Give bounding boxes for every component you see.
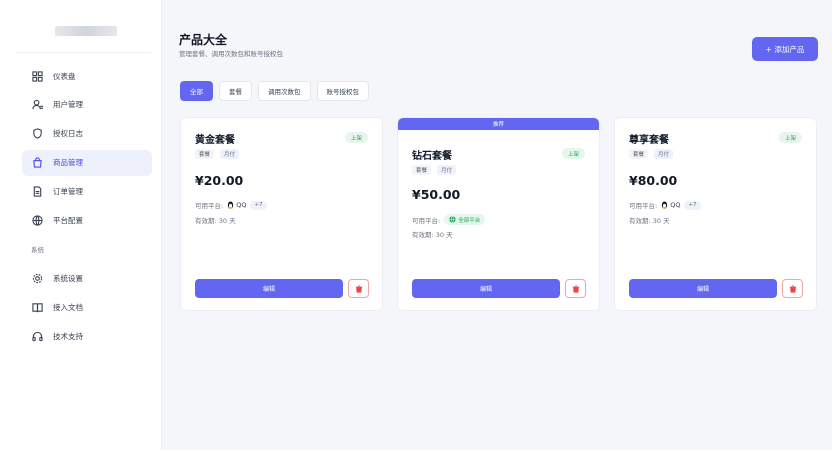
gear-icon xyxy=(31,272,43,284)
product-price: ¥50.00 xyxy=(412,187,461,202)
platform-row: 可用平台: QQ +7 xyxy=(629,200,701,210)
platform-row: 可用平台: 全部平台 xyxy=(412,214,486,225)
sidebar-item-label: 仪表盘 xyxy=(53,71,76,81)
status-badge: 上架 xyxy=(344,132,368,143)
headset-icon xyxy=(31,330,43,342)
status-badge: 上架 xyxy=(561,148,585,159)
penguin-icon xyxy=(228,201,234,209)
validity: 有效期: 30 天 xyxy=(629,217,670,225)
sidebar-item-label: 订单管理 xyxy=(53,187,83,197)
platform-name: QQ xyxy=(236,201,247,209)
sidebar-item-label: 技术支持 xyxy=(53,331,83,341)
globe-icon xyxy=(449,216,456,223)
platform-name: QQ xyxy=(670,201,681,209)
tag-billing: 月付 xyxy=(437,165,457,175)
sidebar-item-orders[interactable]: 订单管理 xyxy=(22,179,152,205)
sidebar-item-label: 系统设置 xyxy=(53,273,83,283)
sidebar: 仪表盘 用户管理 授权日志 商品管理 订单管理 平台配置 系统 系统设置 接入文… xyxy=(0,0,162,450)
tag-billing: 月付 xyxy=(654,149,674,159)
add-product-button[interactable]: + 添加产品 xyxy=(752,37,818,61)
trash-icon xyxy=(572,284,579,293)
product-tags: 套餐 月付 xyxy=(629,149,679,159)
sidebar-item-products[interactable]: 商品管理 xyxy=(22,149,152,176)
sidebar-item-label: 用户管理 xyxy=(53,100,83,110)
tab-call-packs[interactable]: 调用次数包 xyxy=(258,81,311,101)
platform-qq: QQ xyxy=(661,201,680,209)
edit-button[interactable]: 编辑 xyxy=(412,279,560,298)
sidebar-item-settings[interactable]: 系统设置 xyxy=(22,265,152,291)
tab-packages[interactable]: 套餐 xyxy=(219,81,252,101)
product-tags: 套餐 月付 xyxy=(195,149,245,159)
sidebar-nav: 仪表盘 用户管理 授权日志 商品管理 订单管理 平台配置 系统 系统设置 接入文… xyxy=(22,63,152,352)
tab-account-packs[interactable]: 账号授权包 xyxy=(316,81,369,101)
sidebar-item-docs[interactable]: 接入文档 xyxy=(22,294,152,320)
trash-icon xyxy=(355,284,362,293)
logo xyxy=(55,26,117,36)
product-name: 尊享套餐 xyxy=(629,135,669,146)
delete-button[interactable] xyxy=(565,279,586,298)
product-name: 钻石套餐 xyxy=(412,151,452,162)
tag-type: 套餐 xyxy=(412,165,432,175)
product-name: 黄金套餐 xyxy=(195,135,235,146)
sidebar-item-dashboard[interactable]: 仪表盘 xyxy=(22,63,152,89)
globe-icon xyxy=(31,214,43,226)
platform-all-label: 全部平台 xyxy=(458,217,481,224)
delete-button[interactable] xyxy=(782,279,803,298)
sidebar-item-platforms[interactable]: 平台配置 xyxy=(22,207,152,233)
platform-more-badge: +7 xyxy=(684,200,701,210)
product-card: 黄金套餐 上架 套餐 月付 ¥20.00 可用平台: QQ +7 有效期: 30… xyxy=(180,117,383,311)
sidebar-section-system: 系统 xyxy=(31,246,44,255)
status-badge: 上架 xyxy=(778,132,802,143)
main-content: 产品大全 管理套餐、调用次数包和账号授权包 + 添加产品 全部 套餐 调用次数包… xyxy=(163,0,832,450)
validity: 有效期: 30 天 xyxy=(412,231,453,239)
platform-more-badge: +7 xyxy=(250,200,267,210)
platform-label: 可用平台: xyxy=(195,202,224,210)
sidebar-item-auth-log[interactable]: 授权日志 xyxy=(22,121,152,147)
tag-billing: 月付 xyxy=(220,149,240,159)
grid-icon xyxy=(31,70,43,82)
book-icon xyxy=(31,301,43,313)
sidebar-item-label: 接入文档 xyxy=(53,302,83,312)
page-title: 产品大全 xyxy=(179,33,228,47)
platform-all-badge: 全部平台 xyxy=(444,214,486,225)
bag-icon xyxy=(31,157,43,169)
trash-icon xyxy=(789,284,796,293)
edit-button[interactable]: 编辑 xyxy=(195,279,343,298)
platform-label: 可用平台: xyxy=(412,216,441,225)
product-price: ¥80.00 xyxy=(629,173,678,188)
edit-button[interactable]: 编辑 xyxy=(629,279,777,298)
product-price: ¥20.00 xyxy=(195,173,244,188)
file-icon xyxy=(31,186,43,198)
platform-label: 可用平台: xyxy=(629,202,658,210)
product-tags: 套餐 月付 xyxy=(412,165,462,175)
sidebar-item-support[interactable]: 技术支持 xyxy=(22,323,152,349)
sidebar-divider xyxy=(16,52,151,53)
platform-row: 可用平台: QQ +7 xyxy=(195,200,267,210)
sidebar-item-label: 授权日志 xyxy=(53,129,83,139)
sidebar-item-label: 商品管理 xyxy=(53,158,83,168)
user-icon xyxy=(31,99,43,111)
shield-icon xyxy=(31,128,43,140)
validity: 有效期: 30 天 xyxy=(195,217,236,225)
page-subtitle: 管理套餐、调用次数包和账号授权包 xyxy=(179,50,283,58)
filter-tabs: 全部 套餐 调用次数包 账号授权包 xyxy=(180,81,375,101)
platform-qq: QQ xyxy=(227,201,246,209)
sidebar-item-label: 平台配置 xyxy=(53,215,83,225)
penguin-icon xyxy=(662,201,668,209)
recommend-banner: 推荐 xyxy=(398,118,599,130)
tag-type: 套餐 xyxy=(629,149,649,159)
sidebar-item-users[interactable]: 用户管理 xyxy=(22,92,152,118)
delete-button[interactable] xyxy=(348,279,369,298)
product-card: 尊享套餐 上架 套餐 月付 ¥80.00 可用平台: QQ +7 有效期: 30… xyxy=(614,117,817,311)
product-card-recommended: 推荐 钻石套餐 上架 套餐 月付 ¥50.00 可用平台: 全部平台 有效期: … xyxy=(397,117,600,311)
tab-all[interactable]: 全部 xyxy=(180,81,213,101)
tag-type: 套餐 xyxy=(195,149,215,159)
